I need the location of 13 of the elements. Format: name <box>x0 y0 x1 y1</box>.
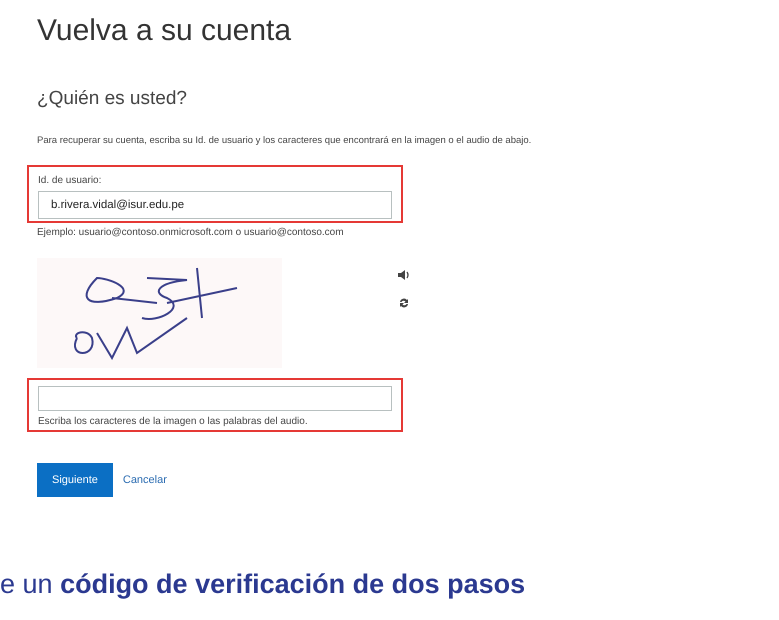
caption-text: e un código de verificación de dos pasos <box>0 568 526 601</box>
refresh-icon[interactable] <box>398 296 410 309</box>
example-text: Ejemplo: usuario@contoso.onmicrosoft.com o usuario@contoso.com <box>37 226 345 240</box>
cancel-link[interactable]: Cancelar <box>122 472 167 488</box>
page-title: Vuelva a su cuenta <box>37 13 292 49</box>
field-label: Id. de usuario: <box>38 174 102 188</box>
field-hint: Escriba los caracteres de la imagen o las palabras del audio. <box>38 414 309 429</box>
user-id-field[interactable]: b.rivera.vidal@isur.edu.pe <box>38 190 392 219</box>
next-button[interactable]: Siguiente <box>37 462 113 497</box>
section-heading: ¿Quién es usted? <box>37 87 188 111</box>
speaker-icon[interactable] <box>398 270 410 280</box>
instructions-text: Para recuperar su cuenta, escriba su Id. de usuario y los caracteres que encontrará en la imagen o el audio de abajo. <box>37 134 532 148</box>
captcha-field[interactable] <box>38 386 392 411</box>
